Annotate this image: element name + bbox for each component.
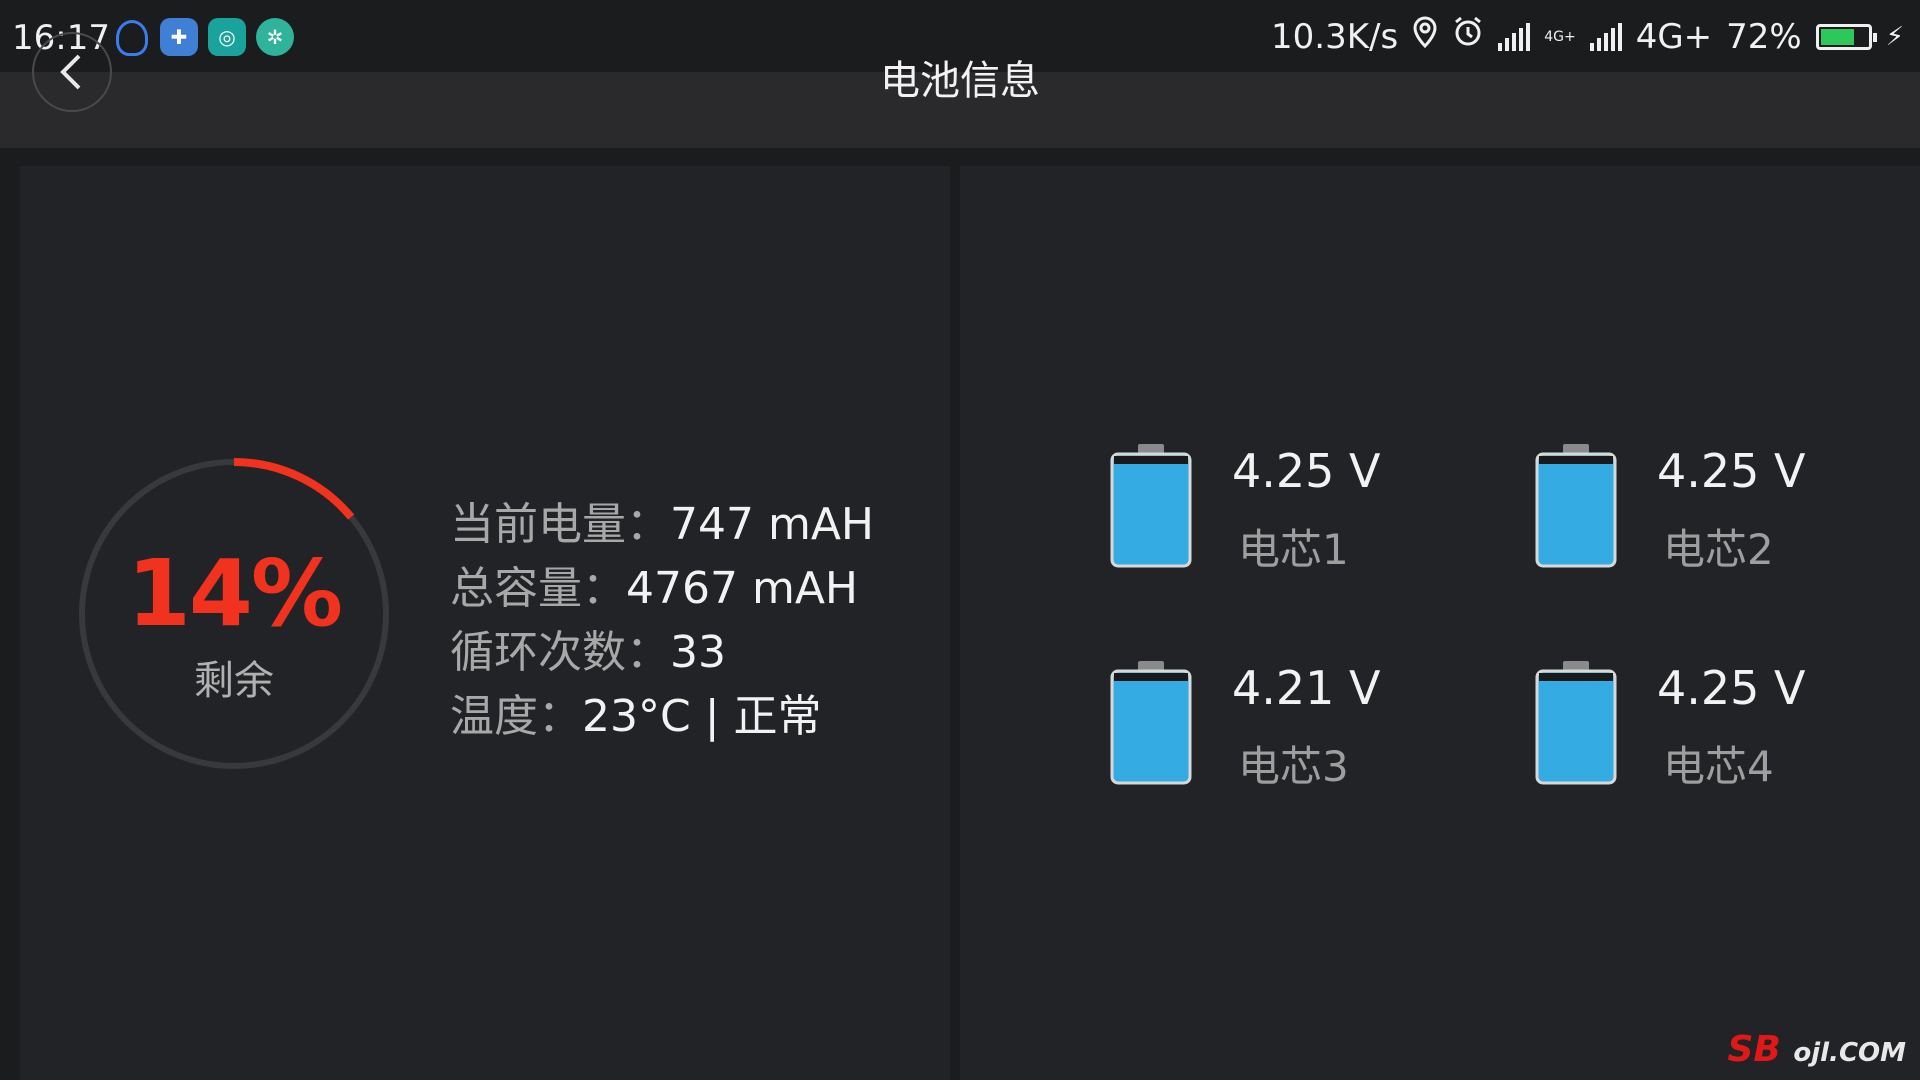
signal-icon [1498,22,1531,51]
info-row-temperature: 温度：23°C | 正常 [450,680,874,744]
info-label: 温度： [450,691,582,742]
info-value: 4767 mAH [626,563,859,614]
cell-item-2: 4.25 V 电芯2 [1535,444,1895,584]
info-label: 总容量： [450,563,626,614]
signal-icon [1589,22,1622,51]
cell-name: 电芯4 [1663,742,1774,791]
cell-voltage: 4.21 V [1232,661,1381,715]
cell-voltage: 4.25 V [1657,661,1806,715]
cell-battery-icon [1110,444,1192,568]
info-row-current-charge: 当前电量：747 mAH [450,488,874,552]
watermark-rest: ojl.COM [1793,1038,1906,1068]
cell-voltage-panel [960,166,1920,1080]
charging-icon: ⚡ [1885,21,1904,52]
battery-icon [1815,23,1877,50]
cell-voltage: 4.25 V [1232,444,1381,498]
cell-item-4: 4.25 V 电芯4 [1535,661,1895,801]
watermark-logo: SB ojl.COM [1727,1029,1906,1070]
cell-name: 电芯3 [1238,742,1349,791]
cell-battery-icon [1535,444,1617,568]
cell-item-3: 4.21 V 电芯3 [1110,661,1470,801]
network-type-small: 4G+ [1544,28,1576,45]
watermark-brand: SB [1727,1029,1781,1070]
page-title: 电池信息 [880,58,1040,104]
cell-voltage: 4.25 V [1657,444,1806,498]
battery-info-list: 当前电量：747 mAH 总容量：4767 mAH 循环次数：33 温度：23°… [450,488,874,744]
cell-name: 电芯1 [1238,525,1349,574]
cell-battery-icon [1535,661,1617,785]
info-row-total-capacity: 总容量：4767 mAH [450,552,874,616]
info-label: 循环次数： [450,627,670,678]
cell-name: 电芯2 [1663,525,1774,574]
remaining-percent: 14% [126,540,343,647]
info-value: 747 mAH [670,499,875,550]
cell-battery-icon [1110,661,1192,785]
info-value: 33 [670,627,726,678]
remaining-label: 剩余 [194,658,274,704]
info-row-cycle-count: 循环次数：33 [450,616,874,680]
cell-item-1: 4.25 V 电芯1 [1110,444,1470,584]
info-value: 23°C | 正常 [582,691,822,742]
gauge-arc [233,458,355,520]
info-label: 当前电量： [450,499,670,550]
